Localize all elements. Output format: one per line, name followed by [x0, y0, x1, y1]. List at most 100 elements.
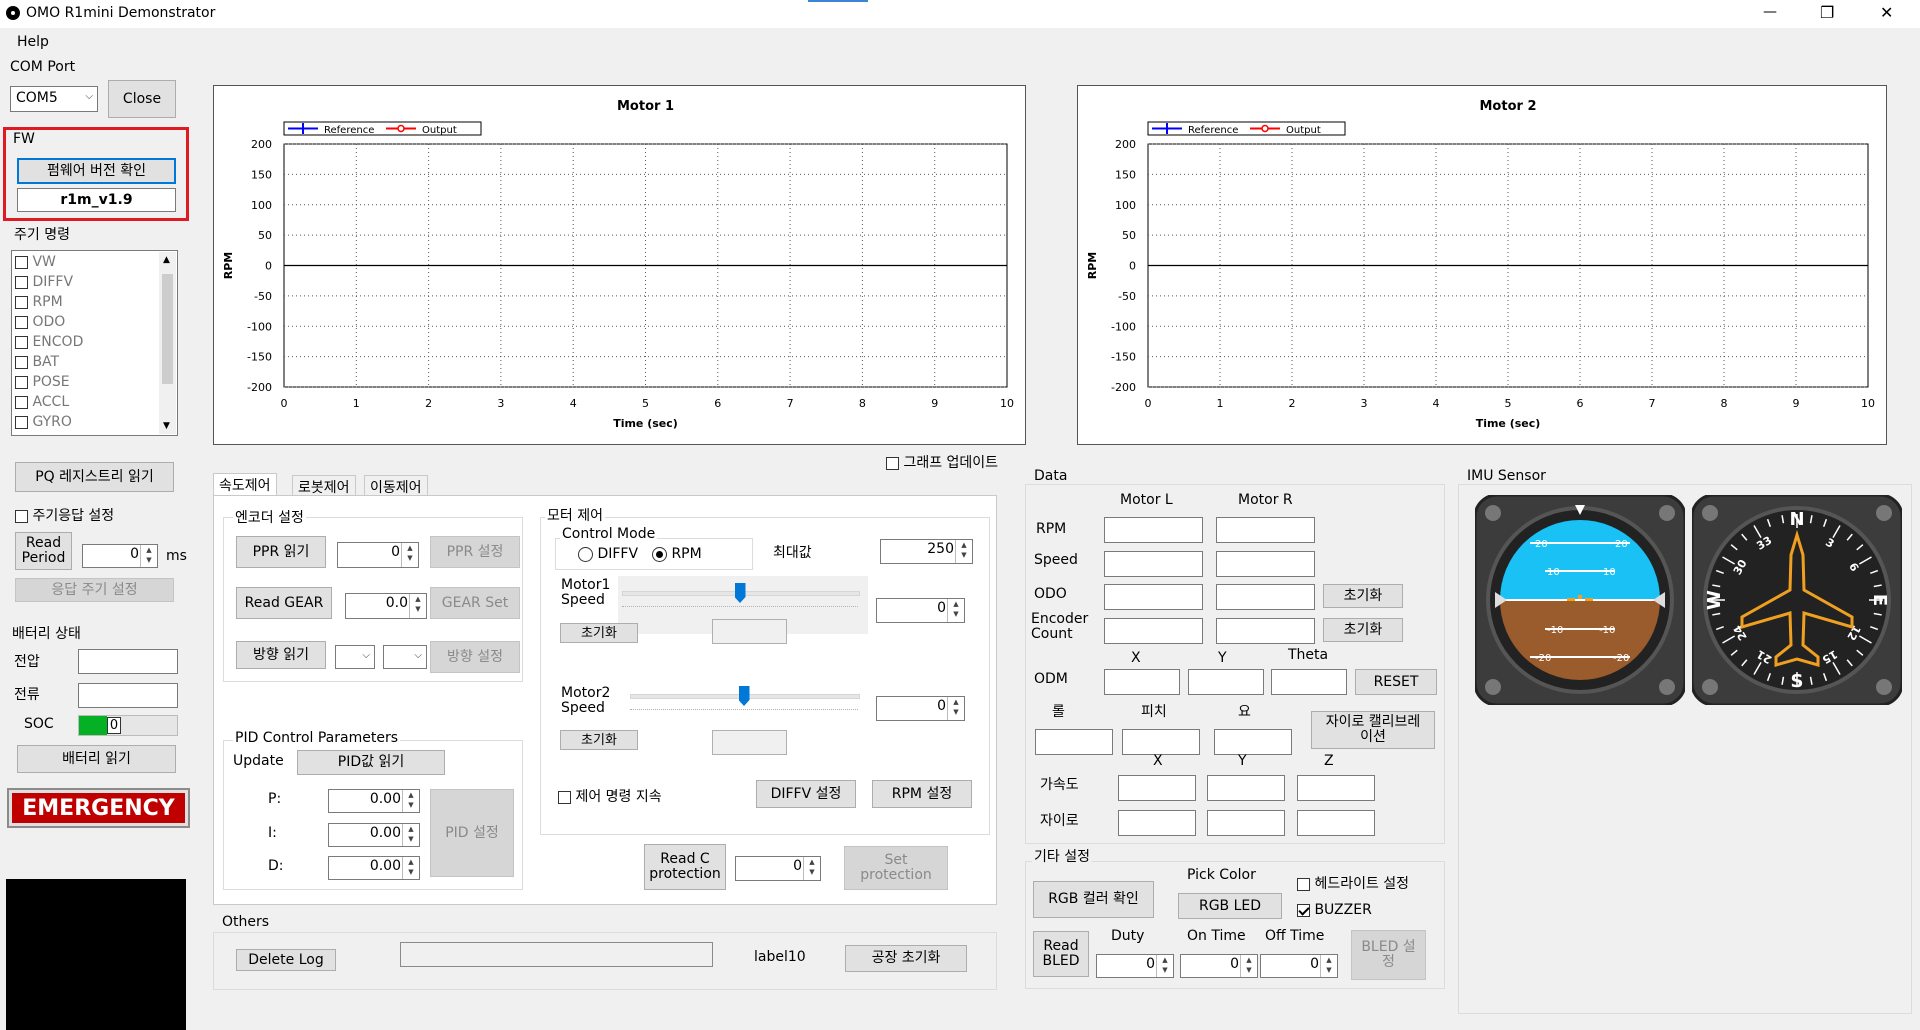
pid-set-button[interactable]: PID 설정	[430, 789, 514, 877]
protection-spinner[interactable]: 0 ▲ ▼	[735, 856, 821, 881]
x-tick-label: 1	[353, 397, 360, 410]
gyro-calibration-button[interactable]: 자이로 캘리브레 이션	[1311, 711, 1435, 749]
response-period-set-button[interactable]: 응답 주기 설정	[15, 578, 174, 602]
motor2-speed-spinner[interactable]: 0 ▲ ▼	[876, 696, 965, 721]
buzzer-checkbox[interactable]: BUZZER	[1297, 902, 1372, 918]
close-port-button[interactable]: Close	[108, 80, 176, 118]
ppr-read-button[interactable]: PPR 읽기	[236, 536, 326, 568]
read-period-button[interactable]: Read Period	[15, 532, 72, 570]
i-spinner[interactable]: 0.00 ▲ ▼	[328, 823, 420, 847]
period-item-odo[interactable]: ODO	[15, 312, 83, 332]
motor1-slider[interactable]	[622, 583, 860, 608]
d-spinner[interactable]: 0.00 ▲ ▼	[328, 856, 420, 880]
battery-read-button[interactable]: 배터리 읽기	[17, 745, 176, 773]
read-protection-button[interactable]: Read C protection	[644, 844, 726, 890]
y-tick-label: -200	[247, 381, 272, 394]
legend-output-marker	[1261, 124, 1269, 133]
minimize-icon[interactable]: —	[1763, 4, 1777, 20]
motor1-reset-button[interactable]: 초기화	[560, 623, 638, 643]
off-time-spinner[interactable]: 0 ▲ ▼	[1260, 954, 1338, 978]
period-item-pose[interactable]: POSE	[15, 372, 83, 392]
menu-help[interactable]: Help	[17, 34, 49, 50]
y-tick-label: 100	[1115, 199, 1136, 212]
x-tick-label: 7	[1649, 397, 1656, 410]
period-item-rpm[interactable]: RPM	[15, 292, 83, 312]
odm-row-label: ODM	[1034, 671, 1068, 687]
direction-read-button[interactable]: 방향 읽기	[236, 641, 326, 669]
horizon-tick-label: 10	[1547, 567, 1560, 578]
period-spinner[interactable]: 0 ▲ ▼	[82, 544, 158, 568]
current-field	[78, 683, 178, 708]
gear-spinner[interactable]: 0.0 ▲ ▼	[345, 593, 427, 619]
p-spinner[interactable]: 0.00 ▲ ▼	[328, 789, 420, 813]
diffv-set-button[interactable]: DIFFV 설정	[756, 780, 856, 808]
slider-thumb[interactable]	[738, 686, 750, 706]
motor2-slider[interactable]	[630, 686, 860, 711]
gyro-z-field	[1297, 810, 1375, 836]
rgb-check-button[interactable]: RGB 컬러 확인	[1033, 881, 1154, 918]
period-response-checkbox[interactable]: 주기응답 설정	[15, 505, 114, 525]
close-icon[interactable]: ✕	[1880, 3, 1893, 22]
rgb-led-button[interactable]: RGB LED	[1178, 893, 1282, 919]
on-time-spinner[interactable]: 0 ▲ ▼	[1180, 954, 1258, 978]
factory-reset-button[interactable]: 공장 초기화	[845, 945, 967, 972]
set-protection-button[interactable]: Set protection	[844, 846, 948, 890]
chart-legend: Reference Output	[283, 121, 482, 136]
com-port-select[interactable]: COM5 ⌵	[10, 86, 98, 112]
encoder-reset-button[interactable]: 초기화	[1323, 618, 1403, 642]
pid-read-button[interactable]: PID값 읽기	[297, 750, 445, 775]
scrollbar[interactable]: ▲ ▼	[159, 252, 176, 434]
slider-thumb[interactable]	[734, 583, 746, 603]
pitch-label: 피치	[1141, 704, 1167, 720]
fw-check-button[interactable]: 펌웨어 버전 확인	[17, 158, 176, 184]
x-tick-label: 7	[787, 397, 794, 410]
tab-speed-control[interactable]: 속도제어	[213, 473, 277, 496]
read-gear-button[interactable]: Read GEAR	[236, 587, 332, 619]
period-item-diffv[interactable]: DIFFV	[15, 272, 83, 292]
motor1-display	[712, 619, 787, 644]
fw-version-field: r1m_v1.9	[17, 188, 176, 212]
duty-spinner[interactable]: 0 ▲ ▼	[1096, 954, 1174, 978]
direction-right-select[interactable]: ⌵	[383, 645, 427, 669]
rpm-set-button[interactable]: RPM 설정	[872, 780, 972, 808]
read-bled-button[interactable]: Read BLED	[1033, 931, 1089, 977]
gyro-x-field	[1118, 810, 1196, 836]
y-tick-label: 50	[258, 229, 272, 242]
direction-left-select[interactable]: ⌵	[335, 645, 375, 669]
direction-set-button[interactable]: 방향 설정	[430, 641, 520, 673]
ppr-spinner[interactable]: 0 ▲ ▼	[337, 542, 419, 568]
period-item-gyro[interactable]: GYRO	[15, 412, 83, 432]
y-tick-label: -100	[247, 320, 272, 333]
horizon-tick-label: 20	[1535, 539, 1548, 550]
period-item-accl[interactable]: ACCL	[15, 392, 83, 412]
y-tick-label: 150	[1115, 168, 1136, 181]
rpm-radio[interactable]: RPM	[652, 546, 702, 562]
period-item-vw[interactable]: VW	[15, 252, 83, 272]
period-item-bat[interactable]: BAT	[15, 352, 83, 372]
y-tick-label: -50	[1118, 290, 1136, 303]
keep-command-checkbox[interactable]: 제어 명령 지속	[558, 786, 662, 806]
gear-set-button[interactable]: GEAR Set	[430, 587, 520, 619]
motor2-reset-button[interactable]: 초기화	[560, 730, 638, 750]
horizon-tick-label: -20	[1613, 653, 1629, 664]
motor1-speed-spinner[interactable]: 0 ▲ ▼	[876, 598, 965, 623]
restore-icon[interactable]: ❐	[1820, 3, 1834, 22]
ppr-set-button[interactable]: PPR 설정	[430, 536, 520, 568]
delete-log-button[interactable]: Delete Log	[236, 949, 336, 971]
x-tick-label: 9	[1793, 397, 1800, 410]
odo-reset-button[interactable]: 초기화	[1323, 584, 1403, 608]
odm-reset-button[interactable]: RESET	[1355, 669, 1437, 695]
max-value-spinner[interactable]: 250 ▲ ▼	[880, 539, 973, 564]
x-tick-label: 10	[1000, 397, 1014, 410]
diffv-radio[interactable]: DIFFV	[578, 546, 638, 562]
period-item-encod[interactable]: ENCOD	[15, 332, 83, 352]
com-port-label: COM Port	[10, 59, 76, 75]
emergency-button[interactable]: EMERGENCY	[7, 788, 190, 828]
yaw-field	[1214, 729, 1292, 755]
headlight-checkbox[interactable]: 헤드라이트 설정	[1297, 873, 1409, 893]
motor2-speed-label: Motor2 Speed	[561, 685, 611, 716]
motor2-chart: Motor 2 Reference Output 200 150 100 50 0 -50 -10…	[1077, 85, 1887, 445]
bled-set-button[interactable]: BLED 설 정	[1351, 930, 1426, 980]
graph-update-checkbox[interactable]: 그래프 업데이트	[886, 452, 998, 472]
pq-registry-button[interactable]: PQ 레지스트리 읽기	[15, 462, 174, 492]
